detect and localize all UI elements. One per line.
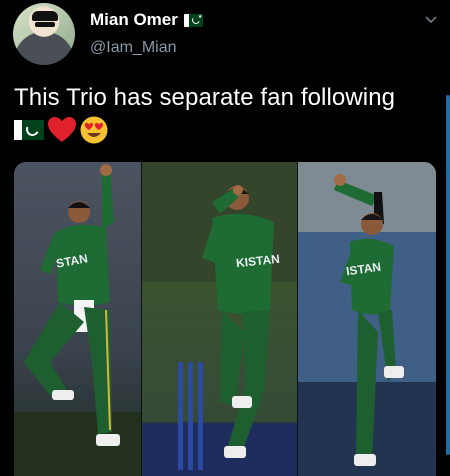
avatar-hat bbox=[32, 11, 58, 21]
tweet-photo[interactable]: STAN KISTAN ISTAN bbox=[14, 162, 436, 476]
avatar-glasses bbox=[35, 22, 55, 27]
red-heart-emoji-icon bbox=[48, 117, 76, 142]
tweet-text: This Trio has separate fan following bbox=[14, 84, 396, 111]
photo-panel-3 bbox=[298, 162, 436, 476]
bowler-2-figure bbox=[142, 162, 297, 476]
author-handle[interactable]: @Iam_Mian bbox=[90, 39, 177, 57]
avatar[interactable] bbox=[13, 3, 75, 65]
tweet-header: Mian Omer ★ @Iam_Mian bbox=[13, 3, 438, 65]
author-display-name[interactable]: Mian Omer bbox=[90, 10, 178, 30]
heart-eyes-emoji-icon bbox=[80, 116, 108, 144]
pakistan-flag-icon: ★ bbox=[183, 13, 203, 27]
pakistan-flag-emoji-icon bbox=[14, 120, 44, 140]
scrollbar[interactable] bbox=[446, 95, 450, 455]
emoji-row bbox=[14, 116, 108, 144]
chevron-down-icon[interactable] bbox=[424, 13, 438, 27]
author-name-row[interactable]: Mian Omer ★ bbox=[90, 10, 203, 30]
bowler-3-figure bbox=[298, 162, 436, 476]
bowler-1-figure bbox=[14, 164, 141, 476]
photo-panel-2 bbox=[142, 162, 297, 476]
photo-panel-1 bbox=[14, 162, 141, 476]
